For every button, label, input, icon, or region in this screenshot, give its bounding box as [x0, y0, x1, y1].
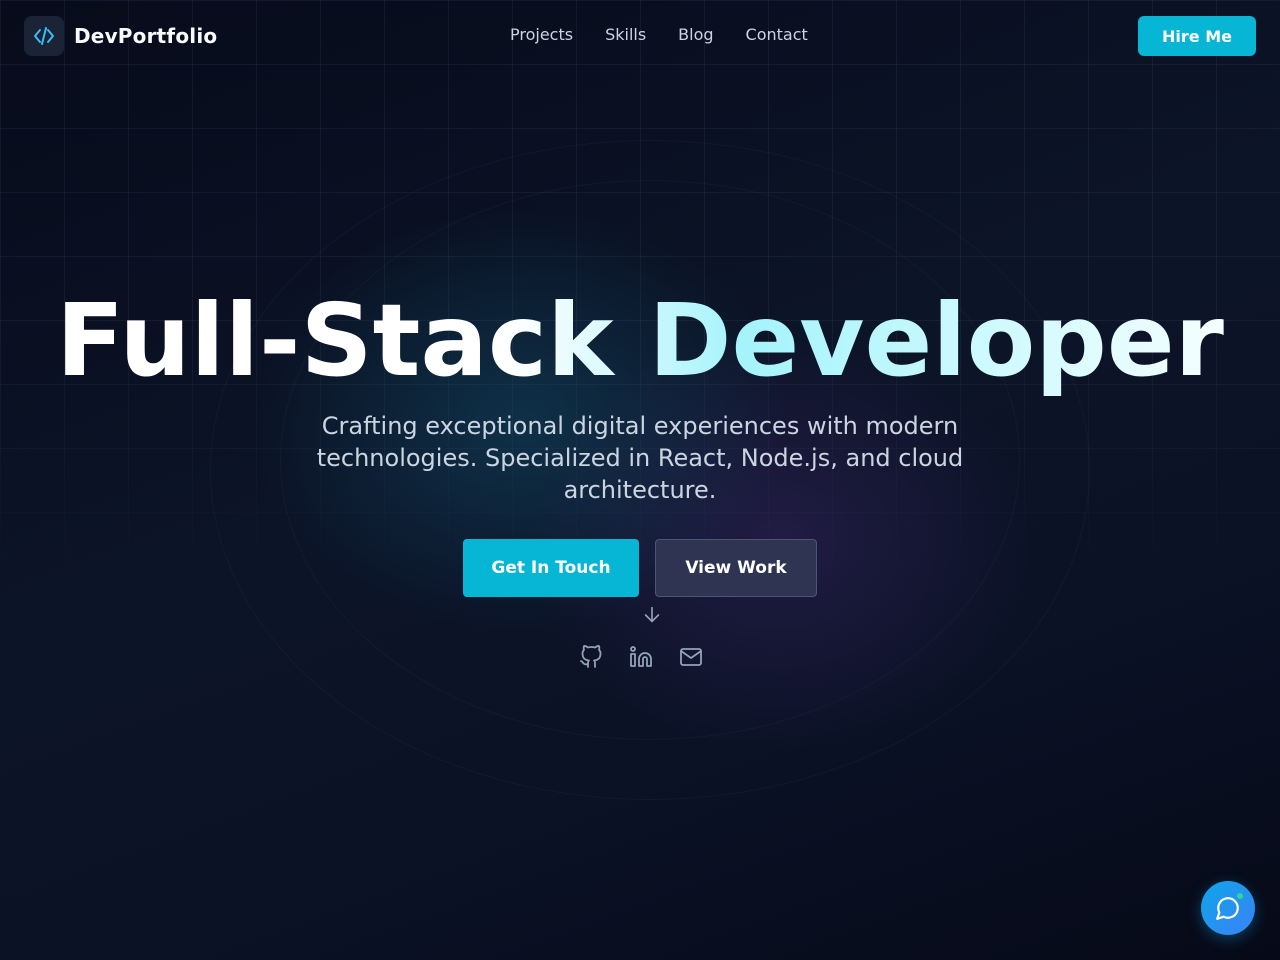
mail-icon[interactable] [678, 644, 704, 670]
arrow-down-icon[interactable] [641, 604, 663, 626]
nav-link-blog[interactable]: Blog [678, 24, 713, 46]
nav-link-projects[interactable]: Projects [510, 24, 573, 46]
view-work-button[interactable]: View Work [655, 539, 817, 597]
hire-me-button[interactable]: Hire Me [1138, 16, 1256, 56]
github-icon[interactable] [578, 644, 604, 670]
online-status-dot [1235, 891, 1245, 901]
hero-subtitle: Crafting exceptional digital experiences… [316, 412, 964, 504]
code-icon [24, 16, 64, 56]
nav-link-contact[interactable]: Contact [746, 24, 808, 46]
hero-title: Full-Stack Developer [0, 286, 1280, 396]
get-in-touch-button[interactable]: Get In Touch [463, 539, 639, 597]
linkedin-icon[interactable] [628, 644, 654, 670]
brand[interactable]: DevPortfolio [24, 16, 217, 56]
main-nav: Projects Skills Blog Contact [510, 24, 808, 46]
site-header: DevPortfolio Projects Skills Blog Contac… [0, 0, 1280, 72]
social-links [578, 644, 704, 670]
chat-button[interactable] [1201, 881, 1255, 935]
nav-link-skills[interactable]: Skills [605, 24, 646, 46]
brand-name: DevPortfolio [74, 24, 218, 48]
